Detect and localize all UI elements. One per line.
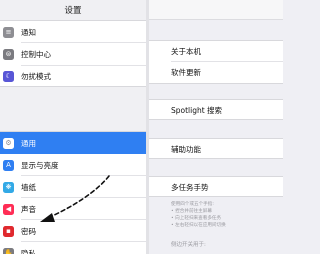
passcode-lock-icon: ▪ bbox=[3, 225, 14, 237]
sidebar-group-top: ≡ 通知 ⊜ 控制中心 ☾ 勿扰模式 bbox=[0, 20, 146, 87]
spotlight-search-row[interactable]: Spotlight 搜索 bbox=[149, 100, 283, 121]
settings-sidebar: 设置 ≡ 通知 ⊜ 控制中心 ☾ 勿扰模式 ⚙ 通用 A 显示与亮度 ❋ 墙纸 bbox=[0, 0, 146, 254]
multitasking-gestures-row[interactable]: 多任务手势 bbox=[149, 177, 283, 198]
multitasking-group: 多任务手势 bbox=[149, 176, 283, 197]
sidebar-item-display-brightness[interactable]: A 显示与亮度 bbox=[0, 154, 146, 176]
about-row[interactable]: 关于本机 bbox=[149, 41, 283, 62]
footnote-line: 使用四个或五个手指: bbox=[171, 202, 214, 207]
sidebar-item-label: 隐私 bbox=[21, 248, 36, 254]
software-update-row[interactable]: 软件更新 bbox=[149, 62, 283, 83]
sidebar-item-label: 通用 bbox=[21, 138, 36, 148]
multitasking-footnote: 使用四个或五个手指: • 捏合并前往主屏幕 • 向上轻扫来查看多任务 • 左右轻… bbox=[171, 201, 281, 229]
about-label: 关于本机 bbox=[171, 47, 201, 56]
notifications-icon: ≡ bbox=[3, 26, 14, 38]
do-not-disturb-moon-icon: ☾ bbox=[3, 71, 14, 83]
footnote-line: • 左右轻扫以在应用间切换 bbox=[171, 223, 226, 228]
spotlight-search-label: Spotlight 搜索 bbox=[171, 106, 223, 115]
spotlight-group: Spotlight 搜索 bbox=[149, 99, 283, 120]
sidebar-item-wallpaper[interactable]: ❋ 墙纸 bbox=[0, 176, 146, 198]
sidebar-item-label: 通知 bbox=[21, 27, 36, 37]
sidebar-item-label: 声音 bbox=[21, 204, 36, 214]
sidebar-group-main: ⚙ 通用 A 显示与亮度 ❋ 墙纸 ◀ 声音 ▪ 密码 ✋ 隐私 bbox=[0, 131, 146, 254]
sidebar-item-label: 显示与亮度 bbox=[21, 160, 59, 170]
control-center-icon: ⊜ bbox=[3, 48, 14, 60]
accessibility-group: 辅助功能 bbox=[149, 138, 283, 159]
sound-speaker-icon: ◀ bbox=[3, 203, 14, 215]
sidebar-item-do-not-disturb[interactable]: ☾ 勿扰模式 bbox=[0, 66, 146, 88]
privacy-hand-icon: ✋ bbox=[3, 247, 14, 254]
general-gear-icon: ⚙ bbox=[3, 137, 14, 149]
display-brightness-icon: A bbox=[3, 159, 14, 171]
sidebar-item-notifications[interactable]: ≡ 通知 bbox=[0, 21, 146, 44]
footnote-line: • 向上轻扫来查看多任务 bbox=[171, 216, 222, 221]
accessibility-label: 辅助功能 bbox=[171, 145, 201, 154]
sidebar-item-label: 密码 bbox=[21, 226, 36, 236]
accessibility-row[interactable]: 辅助功能 bbox=[149, 139, 283, 160]
sidebar-item-sounds[interactable]: ◀ 声音 bbox=[0, 198, 146, 220]
detail-nav-bar bbox=[149, 0, 283, 20]
footnote-line: • 捏合并前往主屏幕 bbox=[171, 209, 212, 214]
side-switch-section-label: 侧边开关用于: bbox=[171, 242, 206, 248]
wallpaper-icon: ❋ bbox=[3, 181, 14, 193]
sidebar-title: 设置 bbox=[64, 6, 82, 16]
sidebar-item-privacy[interactable]: ✋ 隐私 bbox=[0, 242, 146, 254]
sidebar-item-label: 控制中心 bbox=[21, 49, 51, 59]
sidebar-item-general[interactable]: ⚙ 通用 bbox=[0, 132, 146, 154]
sidebar-item-control-center[interactable]: ⊜ 控制中心 bbox=[0, 43, 146, 66]
general-group-info: 关于本机 软件更新 bbox=[149, 40, 283, 84]
software-update-label: 软件更新 bbox=[171, 68, 201, 77]
sidebar-item-passcode[interactable]: ▪ 密码 bbox=[0, 220, 146, 242]
sidebar-item-label: 勿扰模式 bbox=[21, 72, 51, 82]
sidebar-item-label: 墙纸 bbox=[21, 182, 36, 192]
detail-pane: 关于本机 软件更新 Spotlight 搜索 辅助功能 多任务手势 使用四个或五… bbox=[149, 0, 283, 254]
multitasking-gestures-label: 多任务手势 bbox=[171, 183, 209, 192]
